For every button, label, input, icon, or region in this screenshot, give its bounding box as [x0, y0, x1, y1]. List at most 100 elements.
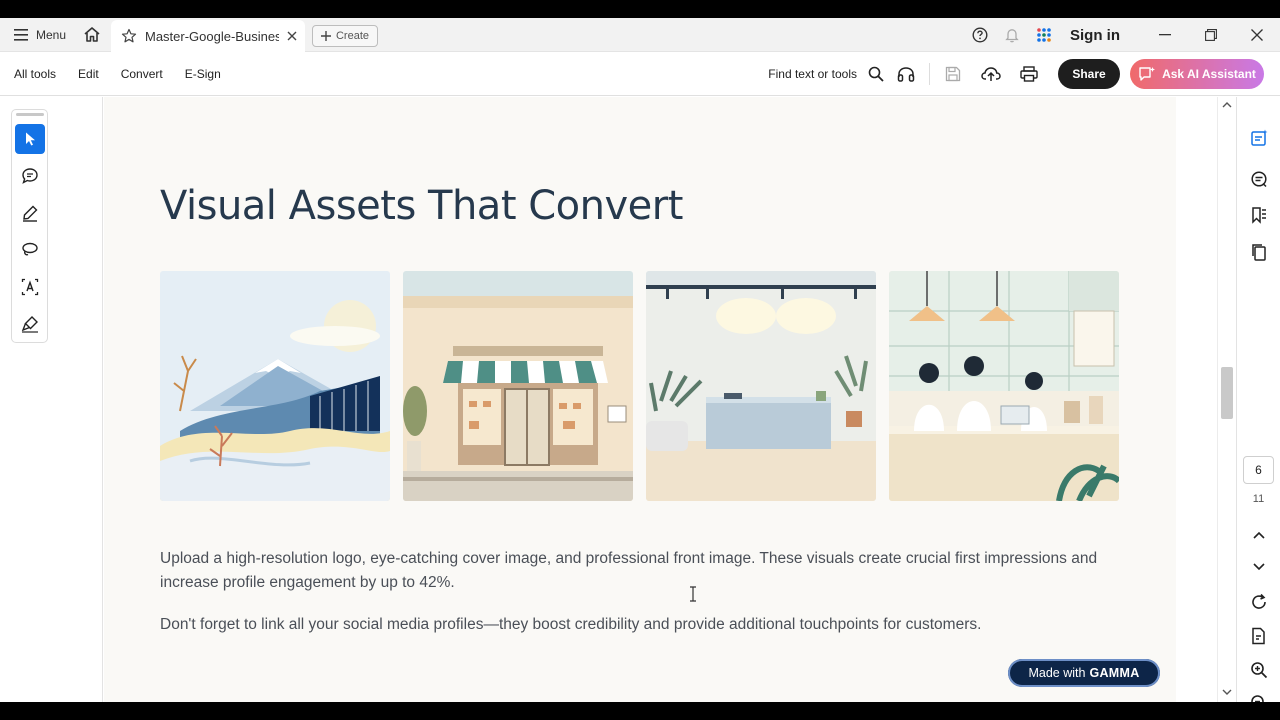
- next-page-button[interactable]: [1245, 553, 1273, 581]
- toolbar-item-all-tools[interactable]: All tools: [14, 67, 56, 81]
- zoom-in-icon: [1251, 662, 1268, 679]
- generative-summary-button[interactable]: [1245, 124, 1273, 152]
- close-tab-icon[interactable]: [287, 31, 297, 41]
- close-icon: [1251, 29, 1263, 41]
- minimize-button[interactable]: [1142, 18, 1188, 52]
- print-button[interactable]: [1010, 52, 1048, 96]
- bell-icon: [1005, 29, 1019, 43]
- create-button[interactable]: Create: [312, 25, 378, 47]
- toolbar-item-edit[interactable]: Edit: [78, 67, 99, 81]
- save-button[interactable]: [934, 52, 972, 96]
- body-paragraph-2: Don't forget to link all your social med…: [160, 616, 982, 633]
- main-toolbar: All tools Edit Convert E-Sign Find text …: [0, 52, 1280, 96]
- save-icon: [945, 66, 961, 82]
- page-display-button[interactable]: [1245, 622, 1273, 650]
- scroll-down-icon[interactable]: [1222, 688, 1232, 696]
- zoom-in-button[interactable]: [1245, 656, 1273, 684]
- ask-ai-label: Ask AI Assistant: [1162, 67, 1256, 81]
- cloud-upload-icon: [981, 67, 1001, 81]
- read-aloud-button[interactable]: [887, 52, 925, 96]
- search-button[interactable]: [865, 52, 887, 96]
- sign-in-button[interactable]: Sign in: [1060, 27, 1142, 44]
- lasso-icon: [22, 242, 38, 256]
- scroll-up-icon[interactable]: [1222, 101, 1232, 109]
- app-window: Menu Master-Google-Business... Create: [0, 18, 1280, 702]
- copy-pages-icon: [1252, 244, 1266, 261]
- rotate-icon: [1252, 593, 1266, 609]
- badge-prefix: Made with: [1028, 666, 1086, 680]
- quick-tools-panel: [11, 109, 48, 343]
- headphones-icon: [897, 67, 915, 82]
- help-button[interactable]: [964, 18, 996, 52]
- text-box-tool[interactable]: [15, 272, 45, 302]
- zoom-out-icon: [1251, 695, 1264, 702]
- body-paragraph-1: Upload a high-resolution logo, eye-catch…: [160, 550, 1098, 591]
- bookmark-icon: [1252, 207, 1266, 224]
- plus-icon: [320, 31, 331, 41]
- scrollbar-thumb[interactable]: [1221, 367, 1233, 419]
- text-cursor-icon: [690, 586, 696, 602]
- right-rail: 6 11: [1236, 97, 1280, 702]
- toolbar-item-esign[interactable]: E-Sign: [185, 67, 221, 81]
- highlight-tool[interactable]: [15, 198, 45, 228]
- toolbar-item-convert[interactable]: Convert: [121, 67, 163, 81]
- ai-assistant-icon: [1139, 67, 1156, 81]
- help-icon: [972, 27, 988, 43]
- page-thumbnails-button[interactable]: [1245, 238, 1273, 266]
- zoom-out-button[interactable]: [1245, 689, 1273, 702]
- comment-tool[interactable]: [15, 161, 45, 191]
- document-page: Visual Assets That Convert Upload a high…: [104, 97, 1176, 702]
- toolbar-divider: [929, 63, 930, 85]
- previous-page-button[interactable]: [1245, 521, 1273, 549]
- ai-summary-icon: [1251, 129, 1268, 146]
- home-button[interactable]: [76, 18, 108, 51]
- restore-icon: [1205, 29, 1217, 41]
- ask-ai-assistant-button[interactable]: Ask AI Assistant: [1130, 59, 1264, 89]
- star-icon[interactable]: [121, 28, 137, 44]
- cafe-staff-illustration: [889, 271, 1119, 501]
- pen-icon: [23, 205, 38, 222]
- made-with-gamma-badge[interactable]: Made with GAMMA: [1008, 659, 1160, 687]
- page-title: Visual Assets That Convert: [160, 183, 683, 229]
- panel-grip[interactable]: [16, 113, 44, 116]
- badge-brand: GAMMA: [1089, 666, 1140, 680]
- comments-panel-button[interactable]: [1245, 165, 1273, 193]
- bookmarks-button[interactable]: [1245, 201, 1273, 229]
- minimize-icon: [1159, 34, 1171, 36]
- reception-illustration: [646, 271, 876, 501]
- find-tools-label[interactable]: Find text or tools: [768, 67, 857, 81]
- close-window-button[interactable]: [1234, 18, 1280, 52]
- landscape-illustration: [160, 271, 390, 501]
- document-settings-icon: [1252, 627, 1265, 645]
- storefront-illustration: [403, 271, 633, 501]
- cursor-arrow-icon: [26, 132, 35, 146]
- printer-icon: [1020, 66, 1038, 82]
- apps-button[interactable]: [1028, 18, 1060, 52]
- restore-button[interactable]: [1188, 18, 1234, 52]
- apps-grid-icon: [1037, 28, 1051, 42]
- chevron-up-icon: [1253, 531, 1265, 539]
- title-bar: Menu Master-Google-Business... Create: [0, 18, 1280, 52]
- search-icon: [868, 66, 884, 82]
- vertical-scrollbar[interactable]: [1217, 97, 1235, 702]
- select-tool[interactable]: [15, 124, 45, 154]
- draw-tool[interactable]: [15, 235, 45, 265]
- fill-sign-tool[interactable]: [15, 309, 45, 339]
- upload-cloud-button[interactable]: [972, 52, 1010, 96]
- text-select-icon: [21, 278, 39, 296]
- share-button[interactable]: Share: [1058, 59, 1120, 89]
- menu-label: Menu: [36, 27, 67, 42]
- current-page-input[interactable]: 6: [1243, 456, 1274, 484]
- chevron-down-icon: [1253, 563, 1265, 571]
- menu-button[interactable]: Menu: [0, 18, 76, 51]
- create-label: Create: [335, 30, 370, 42]
- home-icon: [84, 27, 100, 42]
- rotate-button[interactable]: [1245, 588, 1273, 616]
- notifications-button[interactable]: [996, 18, 1028, 52]
- signature-pen-icon: [21, 316, 38, 333]
- hamburger-icon: [14, 28, 28, 41]
- left-tool-rail: [0, 97, 103, 702]
- document-tab[interactable]: Master-Google-Business...: [111, 20, 305, 52]
- comment-icon: [22, 168, 38, 184]
- total-pages: 11: [1252, 493, 1265, 505]
